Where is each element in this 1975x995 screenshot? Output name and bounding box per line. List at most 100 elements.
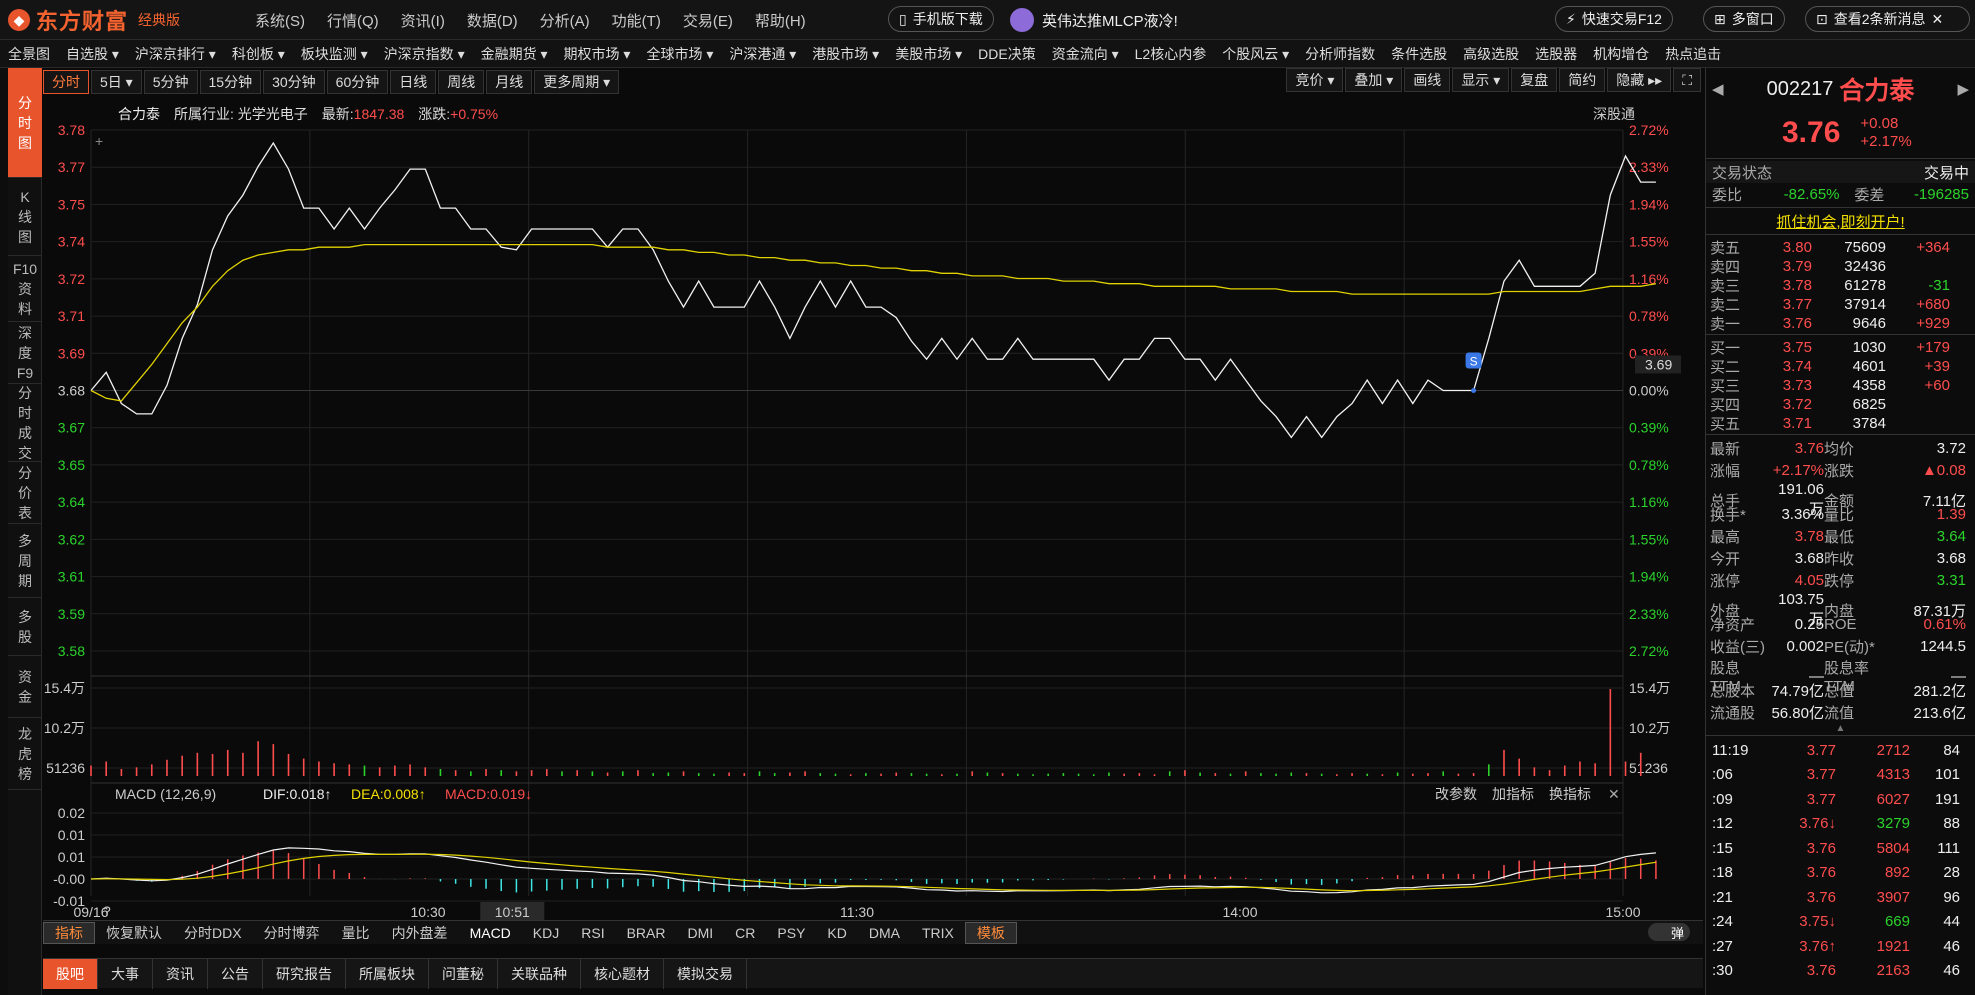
next-stock-icon[interactable]: ▶ (1957, 80, 1969, 98)
mobile-download-button[interactable]: ▯ 手机版下载 (888, 6, 994, 32)
nav-item-9[interactable]: 沪深港通 ▾ (721, 44, 804, 64)
nav-item-7[interactable]: 期权市场 ▾ (556, 44, 639, 64)
nav-item-0[interactable]: 全景图 (0, 44, 58, 64)
indicator-tab-13[interactable]: KD (816, 925, 857, 941)
period-5[interactable]: 60分钟 (326, 70, 389, 94)
low-tab-8[interactable]: 核心题材 (581, 958, 664, 989)
nav-item-14[interactable]: L2核心内参 (1127, 44, 1215, 64)
period-9[interactable]: 更多周期 ▾ (534, 70, 620, 94)
left-tab-7[interactable]: 多股 (8, 598, 42, 656)
nav-item-2[interactable]: 沪深京排行 ▾ (127, 44, 224, 64)
left-tab-0[interactable]: 分时图 (8, 68, 42, 178)
low-tab-7[interactable]: 关联品种 (498, 958, 581, 989)
indicator-tab-4[interactable]: 量比 (331, 923, 381, 943)
menu-quotes[interactable]: 行情(Q) (327, 10, 379, 31)
nav-item-12[interactable]: DDE决策 (970, 44, 1044, 64)
menu-news[interactable]: 资讯(I) (401, 10, 445, 31)
low-tab-9[interactable]: 模拟交易 (664, 958, 747, 989)
chart-tool-6[interactable]: 隐藏 ▸▸ (1607, 68, 1672, 92)
volume-tick-label: 15.4万 (44, 680, 85, 696)
quick-trade-button[interactable]: ⚡ 快速交易F12 (1555, 6, 1673, 32)
low-tab-1[interactable]: 大事 (98, 958, 153, 989)
menu-trade[interactable]: 交易(E) (683, 10, 733, 31)
nav-item-15[interactable]: 个股风云 ▾ (1214, 44, 1297, 64)
low-tab-2[interactable]: 资讯 (153, 958, 208, 989)
left-tab-2[interactable]: F10 资料 (8, 256, 42, 322)
nav-item-18[interactable]: 高级选股 (1455, 44, 1527, 64)
indicator-tab-14[interactable]: DMA (858, 925, 911, 941)
left-tab-9[interactable]: 龙虎榜 (8, 718, 42, 790)
nav-item-17[interactable]: 条件选股 (1383, 44, 1455, 64)
menu-analysis[interactable]: 分析(A) (540, 10, 590, 31)
price-tick-label: 3.75 (58, 196, 85, 212)
nav-item-5[interactable]: 沪深京指数 ▾ (376, 44, 473, 64)
popup-toggle[interactable]: 弹 (1648, 923, 1690, 941)
menu-functions[interactable]: 功能(T) (612, 10, 661, 31)
left-collapse-strip[interactable] (0, 68, 8, 995)
indicator-tab-3[interactable]: 分时博弈 (253, 923, 331, 943)
menu-help[interactable]: 帮助(H) (755, 10, 806, 31)
indicator-tab-8[interactable]: RSI (570, 925, 615, 941)
nav-item-1[interactable]: 自选股 ▾ (58, 44, 127, 64)
indicator-tab-15[interactable]: TRIX (911, 925, 965, 941)
low-tab-4[interactable]: 研究报告 (263, 958, 346, 989)
indicator-tab-2[interactable]: 分时DDX (173, 923, 253, 943)
nav-item-13[interactable]: 资金流向 ▾ (1044, 44, 1127, 64)
indicator-tab-16[interactable]: 模板 (964, 921, 1017, 944)
chart-tool-4[interactable]: 复盘 (1511, 68, 1558, 92)
nav-item-10[interactable]: 港股市场 ▾ (804, 44, 887, 64)
low-tab-6[interactable]: 问董秘 (429, 958, 498, 989)
nav-item-3[interactable]: 科创板 ▾ (224, 44, 293, 64)
chart-tool-3[interactable]: 显示 ▾ (1452, 68, 1510, 92)
left-tab-3[interactable]: 深度 F9 (8, 322, 42, 384)
chart-tool-0[interactable]: 竞价 ▾ (1286, 68, 1344, 92)
fullscreen-icon[interactable]: ⛶ (1673, 68, 1701, 92)
nav-item-4[interactable]: 板块监测 ▾ (293, 44, 376, 64)
intraday-chart[interactable]: 3.78 2.72% 3.77 2.33% 3.75 1.94% 3.74 1.55% 3.72… (43, 96, 1703, 920)
period-0[interactable]: 分时 (43, 70, 89, 94)
left-tab-4[interactable]: 分时成交 (8, 384, 42, 462)
left-tab-6[interactable]: 多周期 (8, 524, 42, 598)
chart-tool-1[interactable]: 叠加 ▾ (1345, 68, 1403, 92)
indicator-tab-11[interactable]: CR (724, 925, 766, 941)
period-6[interactable]: 日线 (390, 70, 437, 94)
nav-item-19[interactable]: 选股器 (1527, 44, 1585, 64)
multi-window-button[interactable]: ⊞ 多窗口 (1703, 6, 1785, 32)
indicator-tab-1[interactable]: 恢复默认 (95, 923, 173, 943)
promo-link[interactable]: 抓住机会,即刻开户! (1706, 210, 1975, 232)
news-banner[interactable]: 英伟达推MLCP液冷! (1010, 7, 1178, 33)
period-7[interactable]: 周线 (438, 70, 485, 94)
low-tab-3[interactable]: 公告 (208, 958, 263, 989)
chart-tool-5[interactable]: 简约 (1559, 68, 1606, 92)
left-tab-8[interactable]: 资金 (8, 656, 42, 718)
menu-data[interactable]: 数据(D) (467, 10, 518, 31)
menu-system[interactable]: 系统(S) (255, 10, 305, 31)
period-4[interactable]: 30分钟 (263, 70, 325, 94)
indicator-tab-9[interactable]: BRAR (616, 925, 677, 941)
nav-item-16[interactable]: 分析师指数 (1297, 44, 1383, 64)
nav-item-20[interactable]: 机构增仓 (1585, 44, 1657, 64)
indicator-tab-12[interactable]: PSY (766, 925, 816, 941)
indicator-tab-5[interactable]: 内外盘差 (381, 923, 459, 943)
nav-item-21[interactable]: 热点追击 (1657, 44, 1729, 64)
period-8[interactable]: 月线 (486, 70, 533, 94)
nav-item-6[interactable]: 金融期货 ▾ (473, 44, 556, 64)
close-icon[interactable]: ✕ (1932, 11, 1944, 28)
period-2[interactable]: 5分钟 (143, 70, 198, 94)
collapse-icon[interactable]: ▲ (1706, 723, 1975, 734)
left-tab-5[interactable]: 分价表 (8, 462, 42, 524)
nav-item-11[interactable]: 美股市场 ▾ (887, 44, 970, 64)
indicator-tab-7[interactable]: KDJ (522, 925, 570, 941)
period-1[interactable]: 5日 ▾ (91, 70, 142, 94)
new-messages-button[interactable]: ⊡ 查看2条新消息 ✕ (1805, 6, 1970, 32)
left-tab-1[interactable]: K线图 (8, 178, 42, 256)
period-3[interactable]: 15分钟 (199, 70, 262, 94)
indicator-tab-0[interactable]: 指标 (43, 921, 95, 944)
low-tab-5[interactable]: 所属板块 (346, 958, 429, 989)
nav-item-8[interactable]: 全球市场 ▾ (638, 44, 721, 64)
chart-tool-2[interactable]: 画线 (1404, 68, 1451, 92)
indicator-tab-10[interactable]: DMI (677, 925, 725, 941)
indicator-tab-6[interactable]: MACD (459, 925, 522, 941)
prev-stock-icon[interactable]: ◀ (1712, 80, 1724, 98)
low-tab-0[interactable]: 股吧 (43, 958, 98, 989)
